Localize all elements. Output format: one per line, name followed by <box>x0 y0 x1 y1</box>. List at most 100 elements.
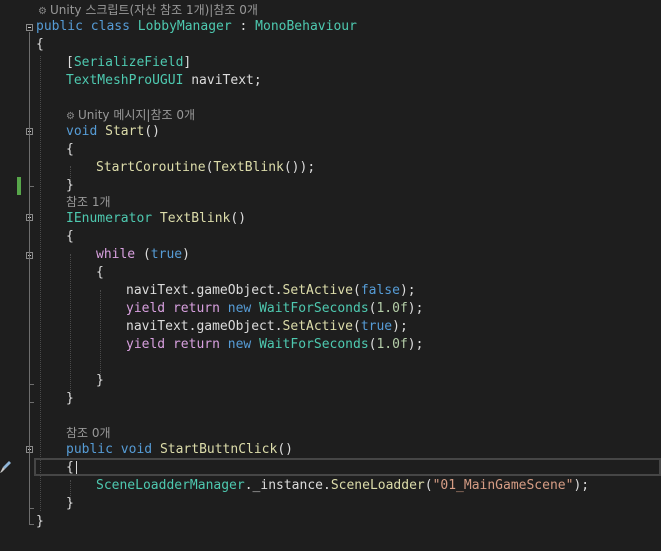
code-line-textblink-declaration[interactable]: IEnumerator TextBlink() <box>66 210 246 228</box>
type-ienumerator: IEnumerator <box>66 211 153 226</box>
paren: ); <box>407 301 424 316</box>
close-brace: } <box>66 178 74 193</box>
fold-end-tick <box>29 186 34 187</box>
code-line-yield-return-2[interactable]: yield return new WaitForSeconds(1.0f); <box>126 336 423 354</box>
keyword-void: void <box>120 442 153 457</box>
quick-actions-brush-icon[interactable] <box>0 460 12 474</box>
fold-end-tick <box>29 508 34 509</box>
paren: ( <box>353 283 361 298</box>
text-cursor <box>76 461 77 474</box>
paren: ); <box>392 319 408 334</box>
type-waitforseconds: WaitForSeconds <box>259 337 369 352</box>
instance-access: ._instance. <box>244 478 331 493</box>
keyword-true: true <box>360 319 393 334</box>
bracket: ] <box>183 55 192 70</box>
code-line-open-brace[interactable]: { <box>36 36 44 54</box>
type-sceneloaddermanager: SceneLoadderManager <box>96 478 245 493</box>
open-brace: { <box>36 37 44 52</box>
collapse-class-icon[interactable] <box>26 24 33 31</box>
indent-guide <box>100 290 101 382</box>
code-line-attribute[interactable]: [SerializeField] <box>66 54 191 72</box>
code-editor[interactable]: ⚙ Unity 스크립트(자산 참조 1개)|참조 0개 public class… <box>0 0 661 551</box>
codelens-textblink-text: 참조 1개 <box>66 195 111 209</box>
close-brace: } <box>66 496 74 511</box>
attribute-serializefield: SerializeField <box>73 55 184 70</box>
code-line-close-brace[interactable]: } <box>66 495 74 513</box>
class-name: LobbyManager <box>137 19 232 34</box>
keyword-false: false <box>360 283 400 298</box>
keyword-while: while <box>96 247 136 262</box>
code-line-open-brace[interactable]: { <box>66 228 74 246</box>
codelens-class-text: Unity 스크립트(자산 참조 1개)|참조 0개 <box>49 3 258 17</box>
parens: () <box>277 442 293 457</box>
parens: () <box>144 124 160 139</box>
startbtn-fold-line <box>29 454 30 508</box>
keyword-yield: yield <box>126 301 166 316</box>
keyword-public: public <box>66 442 113 457</box>
keyword-return: return <box>172 337 220 352</box>
open-brace: { <box>96 265 104 280</box>
code-line-yield-return-1[interactable]: yield return new WaitForSeconds(1.0f); <box>126 300 423 318</box>
code-line-start-declaration[interactable]: void Start() <box>66 123 160 141</box>
base-class: MonoBehaviour <box>255 19 357 34</box>
method-start: Start <box>105 124 145 139</box>
code-line-class-declaration[interactable]: public class LobbyManager : MonoBehaviou… <box>36 18 357 36</box>
fold-end-tick <box>29 384 34 385</box>
paren: ) <box>182 247 190 262</box>
method-textblink: TextBlink <box>159 211 231 226</box>
method-sceneloadder: SceneLoadder <box>330 478 425 493</box>
code-line-open-brace[interactable]: { <box>66 459 74 477</box>
keyword-new: new <box>227 301 252 316</box>
paren: ( <box>135 247 151 262</box>
code-line-field[interactable]: TextMeshProUGUI naviText; <box>66 72 262 90</box>
code-line-while[interactable]: while (true) <box>96 246 190 264</box>
paren: ); <box>399 283 416 298</box>
open-brace: { <box>66 142 74 157</box>
code-line-setactive-false[interactable]: naviText.gameObject.SetActive(false); <box>126 282 416 300</box>
paren: ); <box>407 337 424 352</box>
bracket: [ <box>66 55 74 70</box>
keyword-new: new <box>227 337 252 352</box>
codelens-start-references[interactable]: ⚙ Unity 메시지|참조 0개 <box>66 106 195 124</box>
code-line-startcoroutine[interactable]: StartCoroutine(TextBlink()); <box>96 159 315 177</box>
changed-line-marker <box>17 177 21 195</box>
indent-guide <box>70 254 71 400</box>
codelens-startbtn-text: 참조 0개 <box>66 426 111 440</box>
code-line-sceneloadder-call[interactable]: SceneLoadderManager._instance.SceneLoadd… <box>96 477 589 495</box>
fold-end-tick <box>29 402 34 403</box>
code-line-close-brace[interactable]: } <box>96 372 104 390</box>
code-line-close-brace[interactable]: } <box>36 513 44 531</box>
keyword-true: true <box>150 247 183 262</box>
field-type: TextMeshProUGUI <box>66 73 184 88</box>
keyword-yield: yield <box>126 337 166 352</box>
keyword-class: class <box>90 19 130 34</box>
fold-end-tick <box>29 524 34 525</box>
code-line-setactive-true[interactable]: naviText.gameObject.SetActive(true); <box>126 318 408 336</box>
keyword-return: return <box>172 301 220 316</box>
paren: ( <box>424 478 433 493</box>
number-literal: 1.0f <box>376 301 408 316</box>
start-fold-line <box>29 136 30 186</box>
code-line-open-brace[interactable]: { <box>66 141 74 159</box>
codelens-start-text: Unity 메시지|참조 0개 <box>77 108 196 122</box>
method-startbuttnclick: StartButtnClick <box>159 442 278 457</box>
parens: () <box>230 211 247 226</box>
close-brace: } <box>66 391 74 406</box>
method-textblink-call: TextBlink <box>213 160 284 175</box>
code-line-open-brace[interactable]: { <box>96 264 104 282</box>
navitext-access: naviText.gameObject. <box>126 283 283 298</box>
codelens-class-references[interactable]: ⚙ Unity 스크립트(자산 참조 1개)|참조 0개 <box>38 1 258 19</box>
open-brace: { <box>66 460 74 475</box>
field-name: naviText; <box>183 73 262 88</box>
code-line-close-brace[interactable]: } <box>66 390 74 408</box>
codelens-startbuttnclick-references[interactable]: 참조 0개 <box>66 424 111 442</box>
type-waitforseconds: WaitForSeconds <box>259 301 369 316</box>
code-line-startbuttnclick-declaration[interactable]: public void StartButtnClick() <box>66 441 293 459</box>
string-literal: "01_MainGameScene" <box>432 478 574 493</box>
close-brace: } <box>96 373 104 388</box>
while-fold-line <box>29 260 30 384</box>
open-brace: { <box>66 229 74 244</box>
keyword-void: void <box>66 124 98 139</box>
codelens-textblink-references[interactable]: 참조 1개 <box>66 193 111 211</box>
keyword-public: public <box>36 19 83 34</box>
